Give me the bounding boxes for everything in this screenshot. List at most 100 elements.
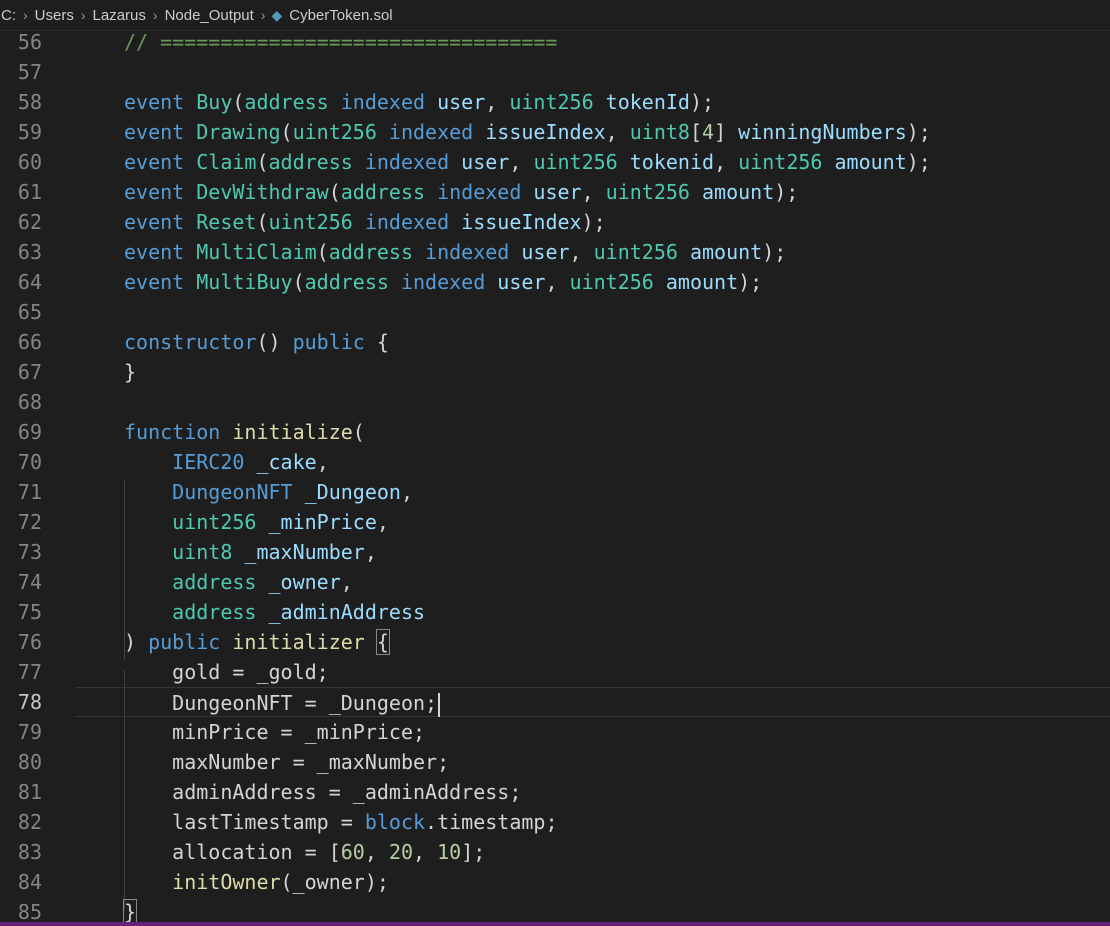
code-line[interactable]: 85} [0, 897, 1110, 922]
code-text[interactable]: initOwner(_owner); [124, 867, 389, 897]
code-text[interactable]: event MultiBuy(address indexed user, uin… [124, 267, 762, 297]
breadcrumb-file[interactable]: CyberToken.sol [288, 7, 393, 24]
code-area[interactable]: allocation = [60, 20, 10]; [75, 837, 1110, 867]
code-editor[interactable]: 56 // ================================= 57… [0, 27, 1110, 922]
code-line[interactable]: 80 maxNumber = _maxNumber; [0, 747, 1110, 777]
code-area[interactable]: event Drawing(uint256 indexed issueIndex… [75, 117, 1110, 147]
code-line[interactable]: 59 event Drawing(uint256 indexed issueInd… [0, 117, 1110, 147]
code-text[interactable]: event MultiClaim(address indexed user, u… [124, 237, 786, 267]
code-text[interactable]: function initialize( [124, 417, 365, 447]
code-text[interactable]: uint256 _minPrice, [124, 507, 389, 537]
code-text[interactable]: } [122, 897, 138, 922]
code-text[interactable]: event Drawing(uint256 indexed issueIndex… [124, 117, 931, 147]
code-area[interactable]: event MultiBuy(address indexed user, uin… [75, 267, 1110, 297]
code-area[interactable]: address _adminAddress [75, 597, 1110, 627]
breadcrumb-users[interactable]: Users [34, 7, 75, 24]
code-line[interactable]: 57 [0, 57, 1110, 87]
code-text[interactable]: minPrice = _minPrice; [124, 717, 425, 747]
code-line[interactable]: 78 DungeonNFT = _Dungeon; [0, 687, 1110, 717]
code-line[interactable]: 60 event Claim(address indexed user, uint… [0, 147, 1110, 177]
code-area[interactable]: event Claim(address indexed user, uint25… [75, 147, 1110, 177]
breadcrumb-lazarus[interactable]: Lazarus [92, 7, 147, 24]
code-area[interactable]: event DevWithdraw(address indexed user, … [75, 177, 1110, 207]
code-line[interactable]: 70 IERC20 _cake, [0, 447, 1110, 477]
code-text[interactable]: uint8 _maxNumber, [124, 537, 377, 567]
code-area[interactable] [75, 57, 1110, 87]
code-text[interactable]: } [124, 357, 136, 387]
code-text[interactable]: event DevWithdraw(address indexed user, … [124, 177, 798, 207]
code-line[interactable]: 56 // ================================= [0, 27, 1110, 57]
breadcrumb-drive[interactable]: C: [0, 7, 17, 24]
code-line[interactable]: 72 uint256 _minPrice, [0, 507, 1110, 537]
code-text[interactable]: ) public initializer { [124, 627, 390, 657]
code-line[interactable]: 65 [0, 297, 1110, 327]
code-area[interactable]: DungeonNFT _Dungeon, [75, 477, 1110, 507]
code-text[interactable]: allocation = [60, 20, 10]; [124, 837, 485, 867]
code-area[interactable]: uint8 _maxNumber, [75, 537, 1110, 567]
code-line[interactable]: 76) public initializer { [0, 627, 1110, 657]
code-line[interactable]: 84 initOwner(_owner); [0, 867, 1110, 897]
code-line[interactable]: 77 gold = _gold; [0, 657, 1110, 687]
code-area[interactable]: ) public initializer { [75, 627, 1110, 657]
code-text[interactable]: adminAddress = _adminAddress; [124, 777, 521, 807]
line-number: 73 [17, 540, 42, 564]
code-text[interactable]: address _owner, [124, 567, 353, 597]
code-area[interactable]: } [75, 357, 1110, 387]
code-text[interactable]: gold = _gold; [124, 657, 329, 687]
code-line[interactable]: 69 function initialize( [0, 417, 1110, 447]
code-line[interactable]: 71 DungeonNFT _Dungeon, [0, 477, 1110, 507]
code-area[interactable]: event Buy(address indexed user, uint256 … [75, 87, 1110, 117]
code-area[interactable]: IERC20 _cake, [75, 447, 1110, 477]
code-line[interactable]: 64 event MultiBuy(address indexed user, u… [0, 267, 1110, 297]
code-line[interactable]: 79 minPrice = _minPrice; [0, 717, 1110, 747]
code-area[interactable]: minPrice = _minPrice; [75, 717, 1110, 747]
code-line[interactable]: 58 event Buy(address indexed user, uint25… [0, 87, 1110, 117]
code-area[interactable]: event Reset(uint256 indexed issueIndex); [75, 207, 1110, 237]
code-line[interactable]: 61 event DevWithdraw(address indexed user… [0, 177, 1110, 207]
code-area[interactable]: // ================================= [75, 27, 1110, 57]
code-text[interactable]: lastTimestamp = block.timestamp; [124, 807, 557, 837]
code-text[interactable]: maxNumber = _maxNumber; [124, 747, 449, 777]
code-text[interactable]: event Reset(uint256 indexed issueIndex); [124, 207, 606, 237]
code-area[interactable] [75, 387, 1110, 417]
code-token: address [268, 150, 365, 174]
code-text[interactable]: event Buy(address indexed user, uint256 … [124, 87, 714, 117]
code-token: ( [352, 420, 365, 444]
code-line[interactable]: 73 uint8 _maxNumber, [0, 537, 1110, 567]
code-line[interactable]: 83 allocation = [60, 20, 10]; [0, 837, 1110, 867]
code-line[interactable]: 63 event MultiClaim(address indexed user,… [0, 237, 1110, 267]
chevron-right-icon: › [23, 7, 28, 23]
code-area[interactable]: address _owner, [75, 567, 1110, 597]
code-area[interactable]: function initialize( [75, 417, 1110, 447]
code-area[interactable]: maxNumber = _maxNumber; [75, 747, 1110, 777]
code-area[interactable]: constructor() public { [75, 327, 1110, 357]
code-text[interactable]: DungeonNFT _Dungeon, [124, 477, 413, 507]
code-area[interactable]: initOwner(_owner); [75, 867, 1110, 897]
code-line[interactable]: 75 address _adminAddress [0, 597, 1110, 627]
code-text[interactable]: event Claim(address indexed user, uint25… [124, 147, 931, 177]
code-line[interactable]: 74 address _owner, [0, 567, 1110, 597]
code-line[interactable]: 68 [0, 387, 1110, 417]
code-token: uint256 [172, 510, 269, 534]
code-text[interactable]: // ================================= [124, 27, 557, 57]
code-text[interactable]: IERC20 _cake, [124, 447, 329, 477]
breadcrumb-node-output[interactable]: Node_Output [164, 7, 255, 24]
code-text[interactable]: DungeonNFT = _Dungeon; [124, 688, 441, 718]
code-line[interactable]: 67} [0, 357, 1110, 387]
code-text[interactable]: address _adminAddress [124, 597, 425, 627]
code-line[interactable]: 66 constructor() public { [0, 327, 1110, 357]
code-area[interactable]: DungeonNFT = _Dungeon; [75, 687, 1110, 717]
code-line[interactable]: 62 event Reset(uint256 indexed issueIndex… [0, 207, 1110, 237]
code-text[interactable]: constructor() public { [124, 327, 389, 357]
code-area[interactable]: lastTimestamp = block.timestamp; [75, 807, 1110, 837]
code-area[interactable]: event MultiClaim(address indexed user, u… [75, 237, 1110, 267]
code-line[interactable]: 82 lastTimestamp = block.timestamp; [0, 807, 1110, 837]
code-area[interactable] [75, 297, 1110, 327]
code-line[interactable]: 81 adminAddress = _adminAddress; [0, 777, 1110, 807]
code-area[interactable]: uint256 _minPrice, [75, 507, 1110, 537]
code-token: , [364, 540, 377, 564]
code-area[interactable]: gold = _gold; [75, 657, 1110, 687]
code-area[interactable]: adminAddress = _adminAddress; [75, 777, 1110, 807]
code-area[interactable]: } [75, 897, 1110, 922]
